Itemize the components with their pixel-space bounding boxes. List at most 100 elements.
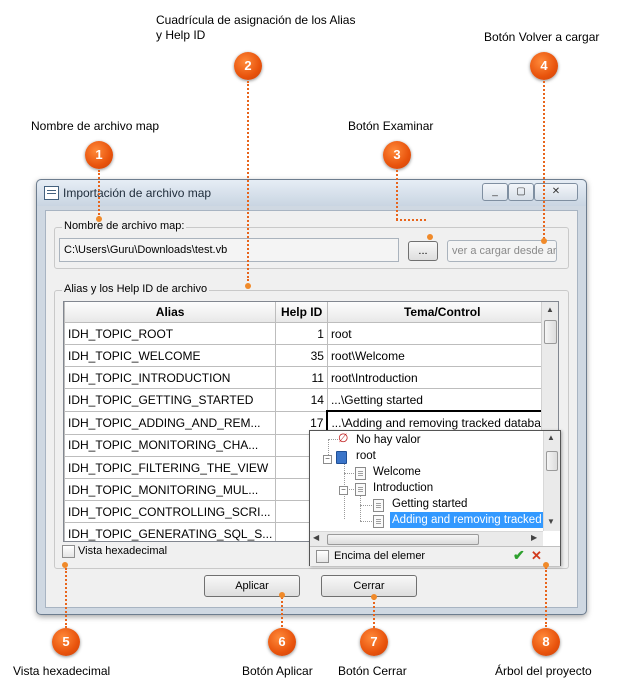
callout-label-browse: Botón Examinar xyxy=(348,119,434,133)
above-item-checkbox[interactable] xyxy=(316,550,329,563)
tree-horizontal-scrollbar[interactable]: ◀ ▶ xyxy=(310,531,543,546)
helpid-cell[interactable]: 11 xyxy=(275,366,328,389)
topic-cell[interactable]: root xyxy=(326,322,558,345)
callout-badge-8: 8 xyxy=(532,628,560,656)
callout-badge-6: 6 xyxy=(268,628,296,656)
grid-header-row: Alias Help ID Tema/Control xyxy=(64,302,558,323)
leader-line-4 xyxy=(543,81,545,239)
table-row[interactable]: IDH_TOPIC_GETTING_STARTED 14 ...\Getting s… xyxy=(64,388,558,412)
scroll-up-arrow-icon[interactable]: ▲ xyxy=(547,433,555,442)
title-bar[interactable]: Importación de archivo map _ ▢ ✕ xyxy=(37,180,586,206)
tree-item-root[interactable]: root xyxy=(356,448,376,464)
leader-dot-1 xyxy=(96,216,102,222)
alias-cell[interactable]: IDH_TOPIC_FILTERING_THE_VIEW xyxy=(64,456,277,479)
tree-hscroll-thumb[interactable] xyxy=(327,534,479,545)
alias-cell[interactable]: IDH_TOPIC_GETTING_STARTED xyxy=(64,388,277,412)
leader-dot-3 xyxy=(427,234,433,240)
callout-label-reload: Botón Volver a cargar xyxy=(484,30,600,44)
confirm-check-icon[interactable]: ✔ xyxy=(513,547,525,564)
helpid-cell[interactable]: 14 xyxy=(275,388,328,412)
callout-badge-1: 1 xyxy=(85,141,113,169)
tree-item-getting-started[interactable]: Getting started xyxy=(392,496,467,512)
maximize-button[interactable]: ▢ xyxy=(508,183,534,201)
apply-button[interactable]: Aplicar xyxy=(204,575,300,597)
tree-scroll-thumb[interactable] xyxy=(546,451,558,471)
topic-cell[interactable]: root\Introduction xyxy=(326,366,558,389)
leader-line-7 xyxy=(373,598,375,628)
scroll-left-arrow-icon[interactable]: ◀ xyxy=(313,533,319,542)
reload-button[interactable]: ver a cargar desde arcl xyxy=(447,240,557,262)
alias-cell[interactable]: IDH_TOPIC_MONITORING_CHA... xyxy=(64,433,277,457)
browse-button[interactable]: ... xyxy=(408,241,438,261)
close-window-button[interactable]: ✕ xyxy=(534,183,578,201)
alias-cell[interactable]: IDH_TOPIC_ROOT xyxy=(64,322,277,345)
cancel-x-icon[interactable]: ✕ xyxy=(531,548,542,564)
leader-line-6 xyxy=(281,597,283,627)
callout-badge-5: 5 xyxy=(52,628,80,656)
scroll-thumb[interactable] xyxy=(544,320,557,344)
callout-label-close: Botón Cerrar xyxy=(338,664,407,678)
tree-guide-line xyxy=(360,505,372,506)
callout-label-apply: Botón Aplicar xyxy=(242,664,313,678)
alias-cell[interactable]: IDH_TOPIC_WELCOME xyxy=(64,344,277,367)
col-header-alias[interactable]: Alias xyxy=(64,302,277,323)
leader-dot-7 xyxy=(371,594,377,600)
hex-view-label: Vista hexadecimal xyxy=(78,545,168,557)
above-item-label: Encima del elemer xyxy=(334,550,426,562)
helpid-cell[interactable]: 1 xyxy=(275,322,328,345)
leader-line-5 xyxy=(65,568,67,628)
leader-dot-4 xyxy=(541,238,547,244)
tree-item-introduction[interactable]: Introduction xyxy=(373,480,433,496)
alias-cell[interactable]: IDH_TOPIC_MONITORING_MUL... xyxy=(64,478,277,501)
topic-cell[interactable]: ...\Getting started xyxy=(326,388,558,412)
tree-vertical-scrollbar[interactable]: ▲ ▼ xyxy=(543,431,560,531)
collapse-icon[interactable]: − xyxy=(339,486,348,495)
col-header-helpid[interactable]: Help ID xyxy=(275,302,328,323)
tree-item-adding[interactable]: Adding and removing tracked d xyxy=(390,512,543,528)
callout-label-tree: Árbol del proyecto xyxy=(495,664,592,678)
helpid-cell[interactable]: 35 xyxy=(275,344,328,367)
page-icon xyxy=(355,483,366,496)
close-button[interactable]: Cerrar xyxy=(321,575,417,597)
app-icon xyxy=(44,186,59,200)
page-icon xyxy=(355,467,366,480)
leader-line-3 xyxy=(396,170,398,220)
tree-popup-footer: Encima del elemer ✔ ✕ xyxy=(310,546,560,566)
alias-cell[interactable]: IDH_TOPIC_CONTROLLING_SCRI... xyxy=(64,500,277,523)
mapfile-group-title: Nombre de archivo map: xyxy=(62,220,187,232)
tree-item-welcome[interactable]: Welcome xyxy=(373,464,421,480)
leader-dot-5 xyxy=(62,562,68,568)
page-icon xyxy=(373,515,384,528)
table-row[interactable]: IDH_TOPIC_WELCOME 35 root\Welcome xyxy=(64,344,558,367)
tree-guide-line xyxy=(328,439,338,440)
minimize-button[interactable]: _ xyxy=(482,183,508,201)
tree-item-no-value[interactable]: No hay valor xyxy=(356,432,421,448)
leader-line-8 xyxy=(545,567,547,627)
callout-label-mapfile: Nombre de archivo map xyxy=(31,119,160,133)
table-row[interactable]: IDH_TOPIC_INTRODUCTION 11 root\Introductio… xyxy=(64,366,558,389)
scroll-down-arrow-icon[interactable]: ▼ xyxy=(547,517,555,526)
callout-badge-3: 3 xyxy=(383,141,411,169)
alias-cell[interactable]: IDH_TOPIC_INTRODUCTION xyxy=(64,366,277,389)
table-row[interactable]: IDH_TOPIC_ROOT 1 root xyxy=(64,322,558,345)
window-title: Importación de archivo map xyxy=(63,186,212,200)
scroll-right-arrow-icon[interactable]: ▶ xyxy=(531,533,537,542)
project-tree-popup[interactable]: ∅ No hay valor − root Welcome − Introduc… xyxy=(309,430,561,566)
leader-line-2 xyxy=(247,81,249,281)
leader-line-1 xyxy=(98,170,100,218)
callout-label-grid: Cuadrícula de asignación de los Alias y … xyxy=(156,13,356,42)
alias-group-title: Alias y los Help ID de archivo xyxy=(62,283,210,295)
leader-dot-8 xyxy=(543,562,549,568)
leader-dot-2 xyxy=(245,283,251,289)
project-tree[interactable]: ∅ No hay valor − root Welcome − Introduc… xyxy=(310,431,543,531)
col-header-topic[interactable]: Tema/Control xyxy=(326,302,558,323)
mapfile-path-field[interactable]: C:\Users\Guru\Downloads\test.vb xyxy=(59,238,399,262)
alias-cell[interactable]: IDH_TOPIC_GENERATING_SQL_S... xyxy=(64,522,277,541)
topic-cell[interactable]: root\Welcome xyxy=(326,344,558,367)
collapse-icon[interactable]: − xyxy=(323,455,332,464)
scroll-up-arrow-icon[interactable]: ▲ xyxy=(542,302,558,318)
tree-guide-line xyxy=(360,521,372,522)
alias-cell[interactable]: IDH_TOPIC_ADDING_AND_REM... xyxy=(64,410,277,435)
callout-badge-2: 2 xyxy=(234,52,262,80)
hex-view-checkbox[interactable] xyxy=(62,545,75,558)
